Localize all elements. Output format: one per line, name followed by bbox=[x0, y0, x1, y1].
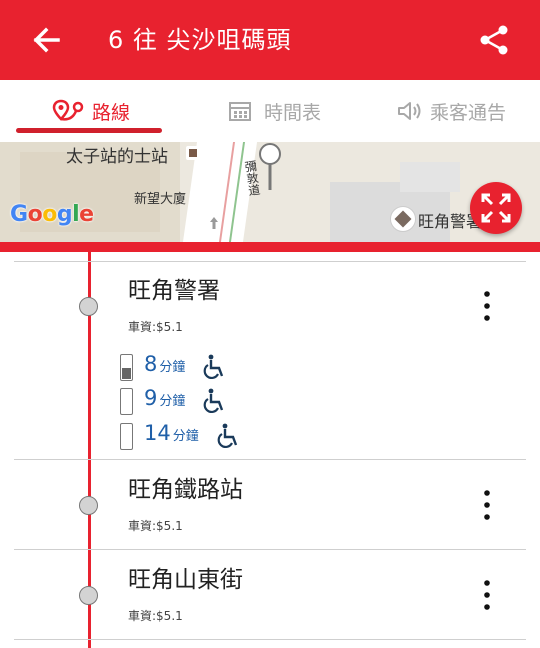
eta-row: 14 分鐘 bbox=[120, 421, 260, 451]
route-pin-icon bbox=[52, 99, 84, 121]
google-logo: Google bbox=[10, 202, 94, 227]
tab-timetable-label: 時間表 bbox=[264, 101, 322, 124]
eta-minutes: 9 分鐘 bbox=[144, 386, 186, 410]
speaker-icon bbox=[398, 102, 421, 120]
app-bar: 6 往 尖沙咀碼頭 bbox=[0, 0, 540, 80]
wheelchair-icon bbox=[203, 388, 224, 413]
wheelchair-icon bbox=[217, 423, 238, 448]
stop-dot bbox=[79, 496, 98, 515]
map-block bbox=[400, 162, 460, 192]
eta-row: 8 分鐘 bbox=[120, 352, 260, 382]
fullscreen-icon bbox=[481, 193, 511, 223]
tab-timetable[interactable]: 時間表 bbox=[228, 80, 321, 142]
map-label-taxi: 太子站的士站 bbox=[66, 147, 168, 167]
tab-notice-label: 乘客通告 bbox=[430, 101, 507, 124]
stop-name: 旺角警署 bbox=[128, 278, 220, 304]
stop-fare: 車資:$5.1 bbox=[128, 519, 183, 533]
eta-row: 9 分鐘 bbox=[120, 386, 260, 416]
arrow-left-icon[interactable] bbox=[28, 20, 68, 60]
more-vert-icon[interactable] bbox=[476, 577, 498, 613]
more-vert-icon[interactable] bbox=[476, 487, 498, 523]
load-indicator bbox=[120, 354, 133, 381]
stop-list[interactable]: 旺角警署 車資:$5.1 8 分鐘 9 分鐘 14 分鐘 旺角鐵路站 車資:$5… bbox=[0, 252, 540, 648]
eta-minutes: 8 分鐘 bbox=[144, 352, 186, 376]
divider bbox=[14, 639, 526, 640]
wheelchair-icon bbox=[203, 354, 224, 379]
tab-route-label: 路線 bbox=[92, 101, 131, 124]
page-title: 6 往 尖沙咀碼頭 bbox=[108, 26, 292, 54]
stop-dot bbox=[79, 297, 98, 316]
map-marker bbox=[186, 146, 200, 160]
calendar-icon bbox=[229, 102, 251, 121]
stop-dot bbox=[79, 586, 98, 605]
share-icon[interactable] bbox=[476, 22, 512, 58]
stop-item[interactable]: 旺角警署 車資:$5.1 8 分鐘 9 分鐘 14 分鐘 bbox=[0, 261, 540, 459]
stop-fare: 車資:$5.1 bbox=[128, 609, 183, 623]
arrow-up-icon bbox=[210, 217, 218, 229]
bus-stop-marker-icon[interactable] bbox=[256, 142, 284, 192]
map-label-building: 新望大廈 bbox=[134, 192, 187, 207]
load-indicator bbox=[120, 423, 133, 450]
tab-active-indicator bbox=[16, 128, 162, 133]
tab-notice[interactable]: 乘客通告 bbox=[396, 80, 506, 142]
tab-bar: 路線 時間表 乘客通告 bbox=[0, 80, 540, 142]
map-divider bbox=[0, 242, 540, 252]
stop-name: 旺角山東街 bbox=[128, 567, 243, 593]
load-indicator bbox=[120, 388, 133, 415]
stop-name: 旺角鐵路站 bbox=[128, 477, 243, 503]
map-view[interactable]: 太子站的士站 新望大廈 彌敦道 旺角警署 Google bbox=[0, 142, 540, 242]
more-vert-icon[interactable] bbox=[476, 288, 498, 324]
police-marker-icon[interactable] bbox=[390, 206, 416, 232]
fullscreen-button[interactable] bbox=[470, 182, 522, 234]
eta-minutes: 14 分鐘 bbox=[144, 421, 199, 445]
stop-fare: 車資:$5.1 bbox=[128, 320, 183, 334]
stop-item[interactable]: 旺角鐵路站 車資:$5.1 bbox=[0, 459, 540, 549]
stop-item[interactable]: 旺角山東街 車資:$5.1 bbox=[0, 549, 540, 639]
